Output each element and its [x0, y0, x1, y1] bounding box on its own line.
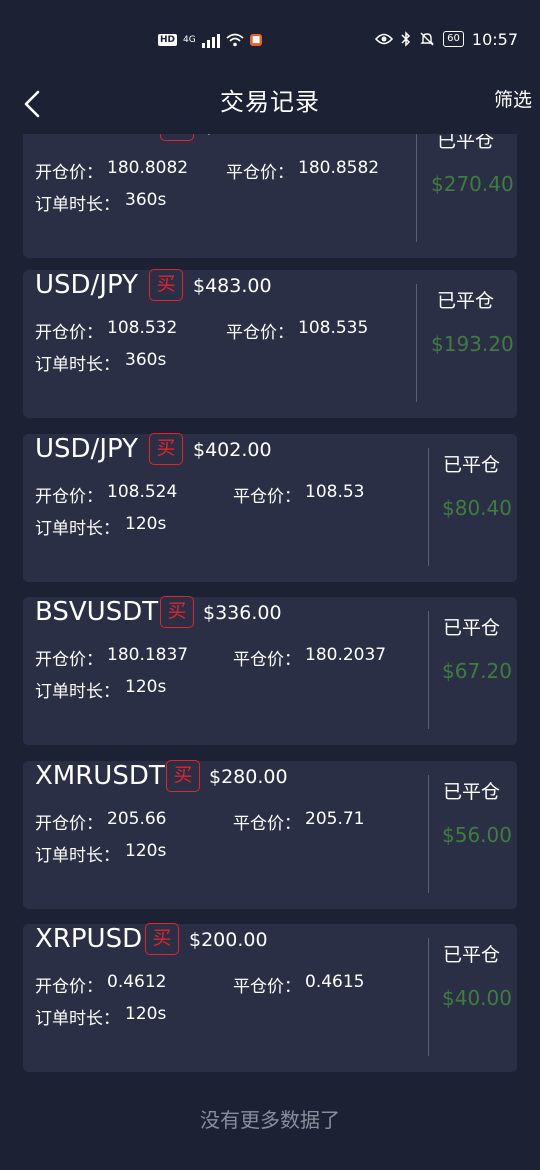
order-card[interactable]: XRPUSD 买 $200.00 开仓价： 0.4612 平仓价： 0.4615 订单时长： 1…: [23, 923, 517, 1072]
order-status: 已平仓: [443, 781, 501, 803]
order-status: 已平仓: [443, 944, 501, 966]
order-amount: $483.00: [193, 275, 272, 297]
order-card[interactable]: XMRUSDT 买 $280.00 开仓价： 205.66 平仓价： 205.71 订单时长：…: [23, 760, 517, 909]
order-status: 已平仓: [443, 617, 501, 639]
order-symbol: BSVUSDT: [35, 597, 159, 627]
order-status: 已平仓: [437, 134, 495, 152]
open-price-label: 开仓价：: [35, 163, 103, 183]
order-profit: $56.00: [442, 823, 512, 847]
duration-value: 120s: [125, 841, 167, 861]
buy-tag: 买: [149, 269, 183, 301]
filter-button[interactable]: 筛选: [494, 85, 532, 112]
open-price-value: 0.4612: [107, 972, 167, 992]
close-price-label: 平仓价：: [233, 487, 301, 507]
card-divider: [428, 938, 429, 1056]
open-price-value: 180.8082: [107, 158, 189, 178]
card-divider: [428, 611, 429, 729]
order-card[interactable]: USD/JPY 买 $483.00 开仓价： 108.532 平仓价： 108.535 订单时…: [23, 269, 517, 418]
close-price-value: 180.2037: [305, 645, 387, 665]
order-list[interactable]: BSVUSDT买$676.00开仓价：180.8082平仓价：180.8582订…: [0, 134, 540, 1170]
duration-value: 360s: [125, 350, 167, 370]
no-more-data-text: 没有更多数据了: [200, 1108, 340, 1132]
open-price-label: 开仓价：: [35, 977, 103, 997]
network-type: 4G: [183, 35, 196, 45]
open-price-label: 开仓价：: [35, 487, 103, 507]
duration-label: 订单时长：: [35, 846, 120, 866]
order-profit: $80.40: [442, 496, 512, 520]
card-divider: [428, 775, 429, 893]
card-divider: [416, 134, 417, 242]
status-bar: HD 4G ■ 60 10:57: [0, 0, 540, 78]
eye-icon: [375, 33, 394, 45]
open-price-label: 开仓价：: [35, 814, 103, 834]
close-price-value: 108.53: [305, 482, 365, 502]
order-card[interactable]: USD/JPY 买 $402.00 开仓价： 108.524 平仓价： 108.53 订单时长…: [23, 433, 517, 582]
open-price-label: 开仓价：: [35, 323, 103, 343]
order-status: 已平仓: [437, 290, 495, 312]
status-left-icons: HD 4G ■: [158, 30, 263, 50]
page-title: 交易记录: [220, 88, 320, 116]
buy-tag: 买: [149, 433, 183, 465]
order-amount: $676.00: [203, 134, 282, 137]
duration-value: 360s: [125, 190, 167, 210]
card-divider: [428, 448, 429, 566]
order-symbol: USD/JPY: [35, 434, 138, 464]
open-price-value: 108.532: [107, 318, 178, 338]
duration-label: 订单时长：: [35, 1009, 120, 1029]
order-amount: $200.00: [189, 929, 268, 951]
order-card[interactable]: BSVUSDT 买 $336.00 开仓价： 180.1837 平仓价： 180.2037 订…: [23, 596, 517, 745]
signal-icon: [201, 32, 220, 48]
order-card[interactable]: BSVUSDT买 $676.00 开仓价：180.8082 平仓价：180.8582 订…: [23, 134, 517, 258]
close-price-label: 平仓价：: [233, 814, 301, 834]
open-price-value: 108.524: [107, 482, 178, 502]
duration-value: 120s: [125, 514, 167, 534]
close-price-value: 108.535: [298, 318, 369, 338]
nav-bar: 交易记录 筛选: [0, 78, 540, 134]
hd-icon: HD: [158, 34, 178, 46]
order-symbol: BSVUSDT: [35, 134, 158, 140]
battery-icon: 60: [443, 31, 464, 47]
buy-tag: 买: [160, 596, 194, 628]
open-price-value: 180.1837: [107, 645, 189, 665]
duration-label: 订单时长：: [35, 682, 120, 702]
app-notification-icon: ■: [249, 34, 263, 46]
duration-value: 120s: [125, 1004, 167, 1024]
bell-off-icon: [420, 32, 434, 46]
duration-value: 120s: [125, 677, 167, 697]
buy-tag: 买: [145, 923, 179, 955]
order-profit: $270.40: [431, 172, 514, 196]
buy-tag: 买: [160, 134, 194, 141]
duration-label: 订单时长：: [35, 195, 120, 215]
duration-label: 订单时长：: [35, 355, 120, 375]
clock: 10:57: [471, 29, 518, 49]
order-status: 已平仓: [443, 454, 501, 476]
order-amount: $336.00: [203, 602, 282, 624]
order-symbol: XRPUSD: [35, 924, 143, 954]
close-price-label: 平仓价：: [226, 323, 294, 343]
buy-tag: 买: [166, 760, 200, 792]
order-symbol: USD/JPY: [35, 270, 138, 300]
close-price-label: 平仓价：: [226, 163, 294, 183]
duration-label: 订单时长：: [35, 519, 120, 539]
open-price-label: 开仓价：: [35, 650, 103, 670]
status-right-icons: 60 10:57: [375, 28, 518, 50]
bluetooth-icon: [401, 31, 411, 47]
card-divider: [416, 284, 417, 402]
order-profit: $67.20: [442, 659, 512, 683]
order-amount: $280.00: [209, 766, 288, 788]
close-price-label: 平仓价：: [233, 977, 301, 997]
close-price-value: 180.8582: [298, 158, 380, 178]
wifi-icon: [226, 33, 244, 47]
order-profit: $193.20: [431, 332, 514, 356]
order-amount: $402.00: [193, 439, 272, 461]
close-price-label: 平仓价：: [233, 650, 301, 670]
open-price-value: 205.66: [107, 809, 167, 829]
close-price-value: 0.4615: [305, 972, 365, 992]
order-profit: $40.00: [442, 986, 512, 1010]
order-symbol: XMRUSDT: [35, 761, 165, 791]
close-price-value: 205.71: [305, 809, 365, 829]
